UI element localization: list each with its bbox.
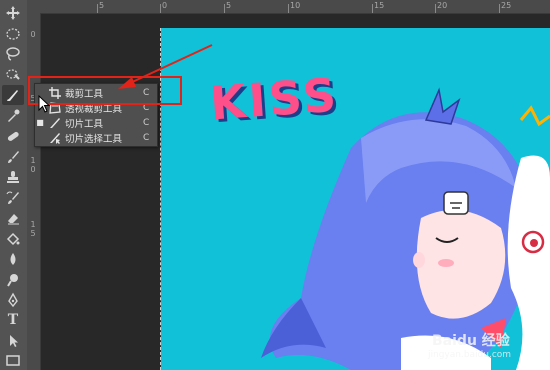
ellipse-marquee-icon[interactable] <box>2 24 24 44</box>
tools-panel: T <box>0 0 28 370</box>
ruler-h-label: 0 <box>162 1 168 10</box>
flyout-item-shortcut: C <box>143 132 150 143</box>
arrow-icon[interactable] <box>2 331 24 351</box>
dodge-icon[interactable] <box>2 270 24 290</box>
kiss-title: KISS <box>208 67 341 131</box>
ruler-h-label: 25 <box>501 1 512 10</box>
quick-selection-icon[interactable] <box>2 64 24 84</box>
selection-mark: ■ <box>36 118 44 127</box>
ruler-v-label: 1 <box>30 220 36 229</box>
move-icon[interactable] <box>2 3 24 23</box>
history-brush-icon[interactable] <box>2 188 24 208</box>
flyout-item-label: 切片工具 <box>65 118 104 130</box>
rectangle-icon[interactable] <box>2 350 24 370</box>
stamp-icon[interactable] <box>2 167 24 187</box>
ruler-v-label: 0 <box>30 30 36 39</box>
slice-select-icon <box>45 132 65 144</box>
vertical-ruler: 0 5 1 0 1 5 <box>27 13 41 370</box>
ruler-h-label: 20 <box>437 1 448 10</box>
drop-icon[interactable] <box>2 249 24 269</box>
flyout-item-slice[interactable]: ■ 切片工具 C <box>35 115 157 130</box>
ruler-h-label: 15 <box>374 1 385 10</box>
ruler-h-label: 5 <box>99 1 105 10</box>
slice-knife-icon[interactable] <box>2 85 24 105</box>
ruler-v-label: 5 <box>30 229 36 238</box>
slice-knife-icon <box>45 117 65 129</box>
bandage-icon[interactable] <box>2 126 24 146</box>
ruler-v-label: 1 <box>30 156 36 165</box>
pen-icon[interactable] <box>2 290 24 310</box>
ruler-h-label: 5 <box>226 1 232 10</box>
baidu-watermark-url: jingyan.baidu.com <box>428 350 512 360</box>
baidu-watermark: Baidu 经验 <box>432 333 510 349</box>
mouse-cursor-icon <box>38 95 51 113</box>
ruler-v-label: 0 <box>30 165 36 174</box>
ruler-h-label: 10 <box>290 1 301 10</box>
flyout-item-slice-select[interactable]: 切片选择工具 C <box>35 130 157 145</box>
brush-icon[interactable] <box>2 147 24 167</box>
flyout-item-shortcut: C <box>143 117 150 128</box>
type-glyph: T <box>7 312 19 328</box>
eraser-icon[interactable] <box>2 208 24 228</box>
paint-bucket-icon[interactable] <box>2 229 24 249</box>
horizontal-ruler: 5 0 5 10 15 20 25 <box>27 0 550 14</box>
flyout-item-label: 切片选择工具 <box>65 133 123 145</box>
lasso-icon[interactable] <box>2 44 24 64</box>
eyedropper-icon[interactable] <box>2 106 24 126</box>
type-icon[interactable]: T <box>2 310 24 330</box>
